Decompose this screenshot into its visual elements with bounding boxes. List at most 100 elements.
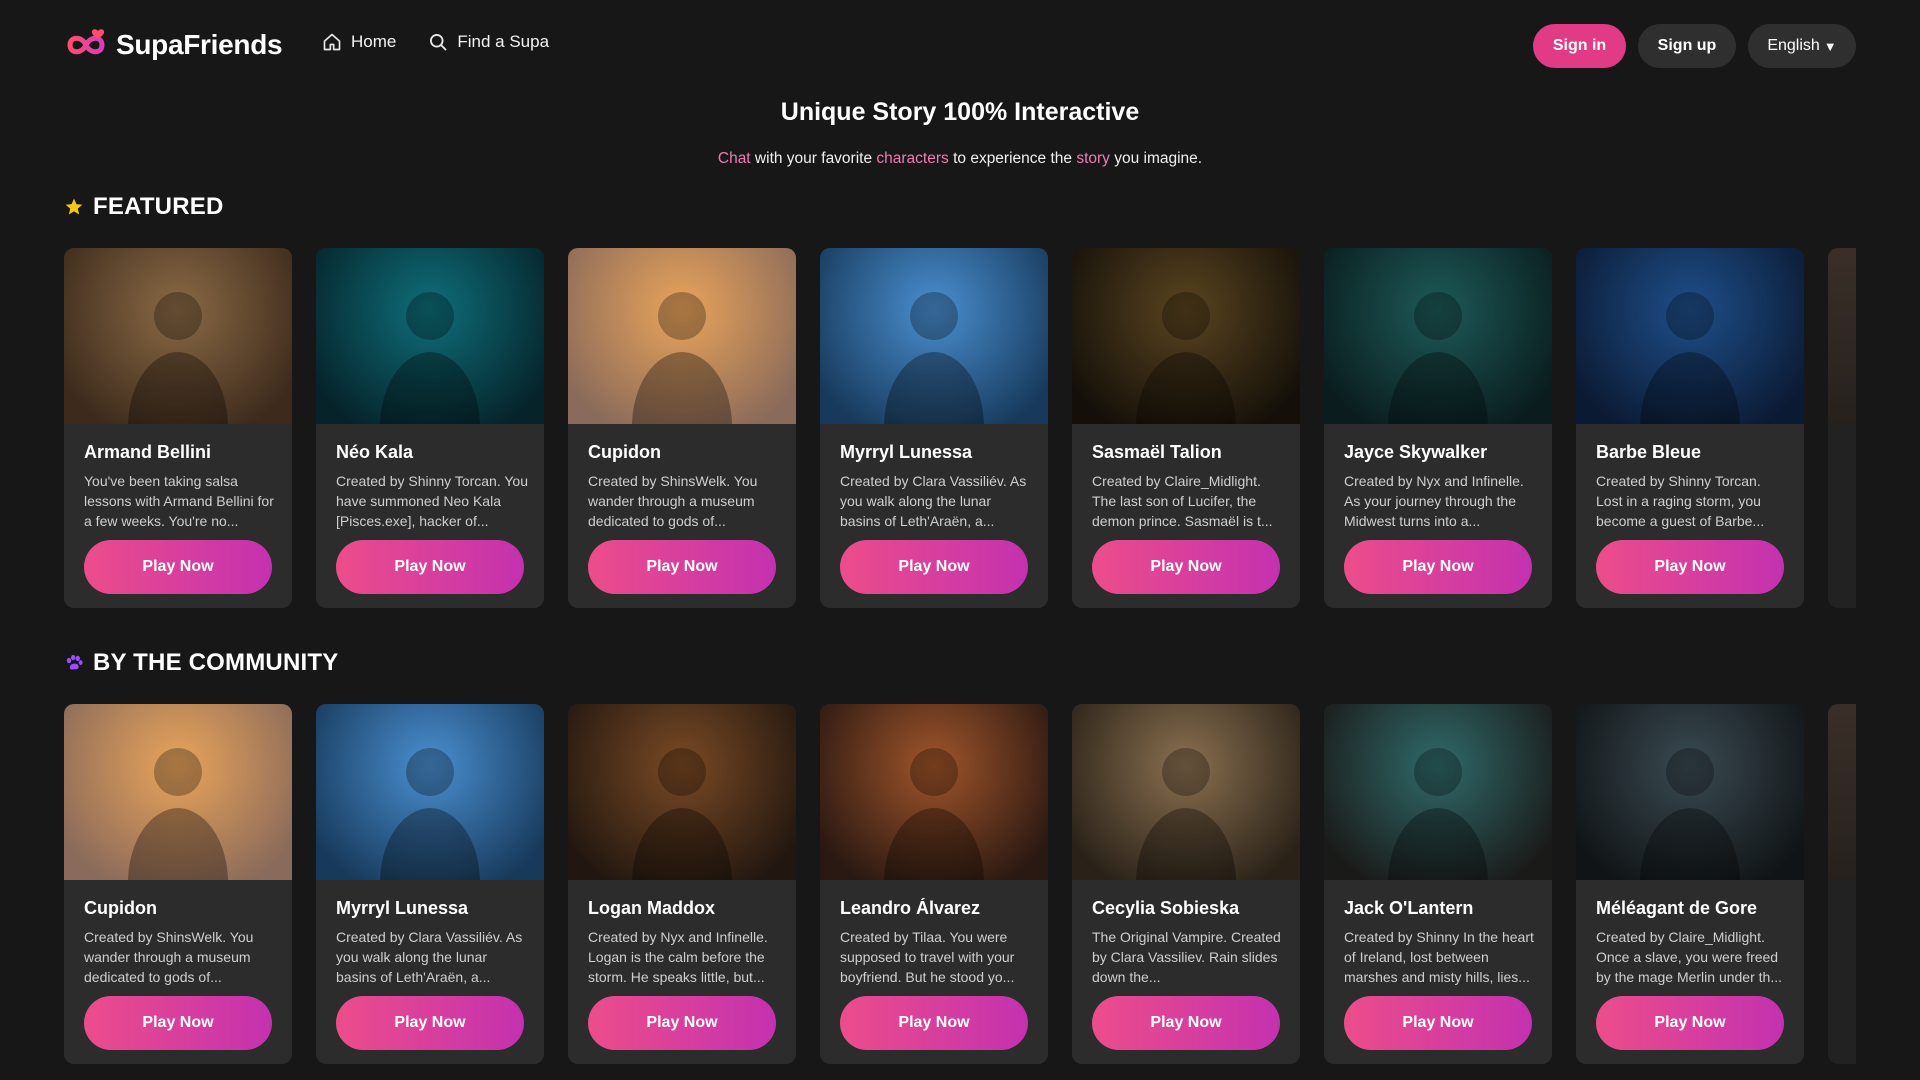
character-card[interactable]: Logan Maddox Created by Nyx and Infinelle…	[568, 704, 796, 1064]
featured-heading-label: FEATURED	[93, 193, 224, 220]
character-card[interactable]: Jack O'Lantern Created by Shinny In the h…	[1324, 704, 1552, 1064]
character-description: Created by Shinny Torcan. You have summo…	[336, 473, 528, 529]
hero-word-characters: characters	[876, 150, 949, 167]
search-icon	[430, 34, 447, 51]
character-portrait[interactable]	[1072, 704, 1300, 880]
featured-carousel: Armand Bellini You've been taking salsa l…	[64, 248, 1856, 610]
play-now-button[interactable]: Play Now	[1344, 996, 1532, 1050]
play-now-button[interactable]: Play Now	[84, 540, 272, 594]
character-card[interactable]: Armand Bellini You've been taking salsa l…	[64, 248, 292, 608]
character-portrait	[1828, 248, 1856, 424]
logo-text: SupaFriends	[116, 29, 283, 60]
sign-in-button[interactable]: Sign in	[1533, 24, 1626, 68]
character-card[interactable]: Jayce Skywalker Created by Nyx and Infine…	[1324, 248, 1552, 608]
character-name: Barbe Bleue	[1596, 442, 1702, 462]
character-silhouette-icon	[1640, 748, 1740, 880]
character-name: Myrryl Lunessa	[840, 442, 973, 462]
character-portrait	[1828, 704, 1856, 880]
character-silhouette-icon	[380, 748, 480, 880]
character-silhouette-icon	[1136, 748, 1236, 880]
character-description: Created by Claire_Midlight. Once a slave…	[1596, 929, 1782, 985]
character-card[interactable]: Méléagant de Gore Created by Claire_Midli…	[1576, 704, 1804, 1064]
character-portrait[interactable]	[316, 248, 544, 424]
character-card-partial[interactable]	[1828, 704, 1856, 1064]
character-portrait[interactable]	[316, 704, 544, 880]
play-now-button[interactable]: Play Now	[1344, 540, 1532, 594]
character-card[interactable]: Leandro Álvarez Created by Tilaa. You wer…	[820, 704, 1048, 1064]
character-description: You've been taking salsa lessons with Ar…	[84, 473, 274, 529]
play-now-button[interactable]: Play Now	[1092, 996, 1280, 1050]
play-now-button[interactable]: Play Now	[588, 996, 776, 1050]
hero-subtitle: Chat with your favorite characters to ex…	[0, 150, 1920, 168]
character-portrait[interactable]	[1072, 248, 1300, 424]
play-now-button[interactable]: Play Now	[336, 540, 524, 594]
language-select[interactable]: English ▼	[1748, 24, 1856, 68]
sign-up-button[interactable]: Sign up	[1638, 24, 1736, 68]
character-portrait[interactable]	[1324, 704, 1552, 880]
top-navbar: SupaFriends Home Find a Supa Sign in Sig…	[0, 0, 1920, 92]
character-silhouette-icon	[884, 292, 984, 424]
play-now-button[interactable]: Play Now	[336, 996, 524, 1050]
character-portrait[interactable]	[1576, 248, 1804, 424]
character-name: Sasmaël Talion	[1092, 442, 1222, 462]
character-portrait[interactable]	[820, 248, 1048, 424]
play-now-button[interactable]: Play Now	[588, 540, 776, 594]
character-card[interactable]: Néo Kala Created by Shinny Torcan. You ha…	[316, 248, 544, 608]
play-now-button[interactable]: Play Now	[84, 996, 272, 1050]
character-card[interactable]: Sasmaël Talion Created by Claire_Midlight…	[1072, 248, 1300, 608]
character-description: Created by Tilaa. You were supposed to t…	[840, 929, 1015, 985]
character-portrait[interactable]	[568, 704, 796, 880]
play-now-button[interactable]: Play Now	[840, 996, 1028, 1050]
featured-heading: FEATURED	[64, 193, 223, 221]
character-description: Created by Nyx and Infinelle. Logan is t…	[588, 929, 768, 985]
character-description: Created by Clara Vassiliév. As you walk …	[336, 929, 523, 985]
hero-title: Unique Story 100% Interactive	[780, 98, 1140, 126]
play-now-button[interactable]: Play Now	[1596, 540, 1784, 594]
hero-text-1: with your favorite	[750, 150, 877, 167]
main-nav: Home Find a Supa	[322, 32, 549, 52]
play-now-button[interactable]: Play Now	[1596, 996, 1784, 1050]
character-portrait[interactable]	[820, 704, 1048, 880]
character-name: Myrryl Lunessa	[336, 898, 469, 918]
community-heading-label: BY THE COMMUNITY	[93, 649, 339, 676]
character-card[interactable]: Myrryl Lunessa Created by Clara Vassiliév…	[316, 704, 544, 1064]
character-silhouette-icon	[1388, 748, 1488, 880]
character-card[interactable]: Barbe Bleue Created by Shinny Torcan. Los…	[1576, 248, 1804, 608]
play-now-button[interactable]: Play Now	[1092, 540, 1280, 594]
character-description: Created by ShinsWelk. You wander through…	[84, 929, 254, 985]
nav-find-a-supa-label: Find a Supa	[457, 32, 550, 51]
character-description: Created by Claire_Midlight. The last son…	[1092, 473, 1273, 529]
logo[interactable]: SupaFriends	[62, 25, 283, 65]
nav-find-a-supa[interactable]: Find a Supa	[428, 32, 549, 52]
hero-word-story: story	[1076, 150, 1110, 167]
hero-text-2: to experience the	[948, 150, 1077, 167]
character-card[interactable]: Cecylia Sobieska The Original Vampire. Cr…	[1072, 704, 1300, 1064]
auth-actions: Sign in Sign up English ▼	[1533, 24, 1856, 68]
hero-text-3: you imagine.	[1109, 150, 1203, 167]
character-name: Cupidon	[84, 898, 157, 918]
nav-home[interactable]: Home	[322, 32, 396, 52]
character-silhouette-icon	[128, 748, 228, 880]
character-portrait[interactable]	[568, 248, 796, 424]
character-card[interactable]: Cupidon Created by ShinsWelk. You wander …	[64, 704, 292, 1064]
character-name: Néo Kala	[336, 442, 414, 462]
star-icon	[65, 198, 83, 215]
infinity-heart-logo-icon	[67, 29, 105, 55]
character-card[interactable]: Myrryl Lunessa Created by Clara Vassiliév…	[820, 248, 1048, 608]
community-carousel: Cupidon Created by ShinsWelk. You wander …	[64, 704, 1856, 1066]
character-description: Created by ShinsWelk. You wander through…	[588, 473, 758, 529]
character-card[interactable]: Cupidon Created by ShinsWelk. You wander …	[568, 248, 796, 608]
play-now-button[interactable]: Play Now	[840, 540, 1028, 594]
character-card-partial[interactable]	[1828, 248, 1856, 608]
nav-home-label: Home	[351, 32, 397, 51]
character-silhouette-icon	[1388, 292, 1488, 424]
character-portrait[interactable]	[64, 248, 292, 424]
character-portrait[interactable]	[64, 704, 292, 880]
character-silhouette-icon	[128, 292, 228, 424]
character-name: Jack O'Lantern	[1344, 898, 1474, 918]
character-portrait[interactable]	[1576, 704, 1804, 880]
character-description: Created by Shinny In the heart of Irelan…	[1344, 929, 1534, 985]
character-portrait[interactable]	[1324, 248, 1552, 424]
character-description: Created by Shinny Torcan. Lost in a ragi…	[1596, 473, 1765, 529]
language-label: English	[1767, 37, 1820, 54]
